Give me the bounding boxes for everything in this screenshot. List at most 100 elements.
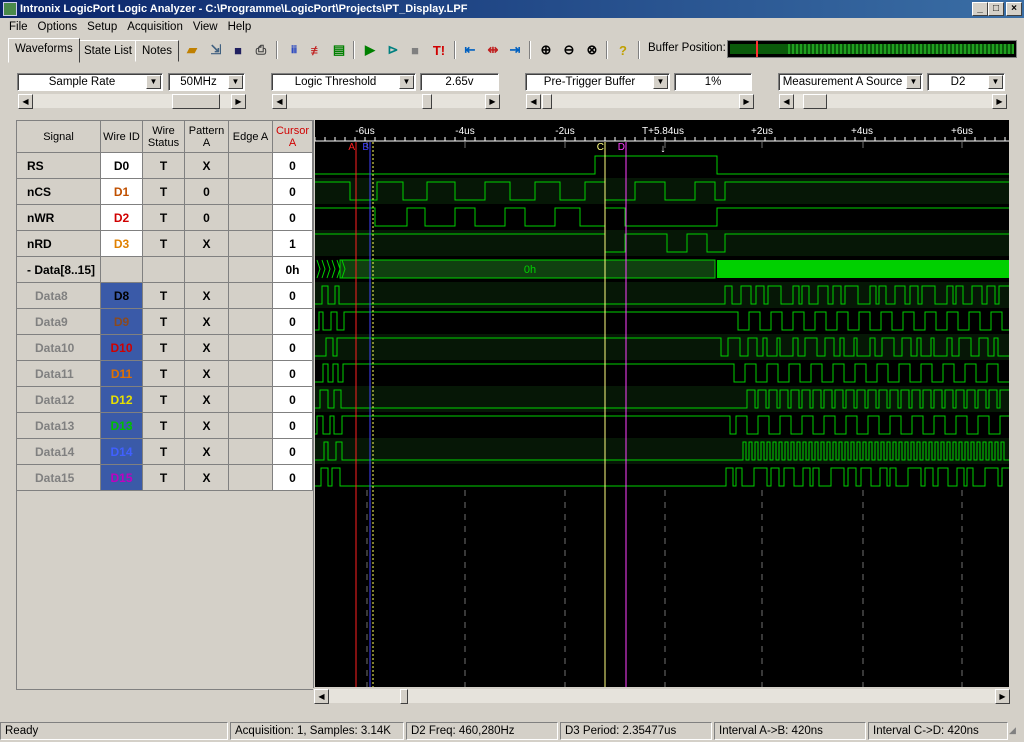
save-icon[interactable]: ■: [228, 40, 248, 60]
buffer-position-bar[interactable]: [727, 40, 1017, 58]
measurement-source-combo[interactable]: Measurement A Source ▼: [778, 73, 923, 91]
wire-id[interactable]: D13: [101, 413, 143, 438]
goto-trigger-icon[interactable]: ⇹: [483, 40, 503, 60]
pattern-value[interactable]: X: [185, 283, 229, 308]
table-row[interactable]: Data14 D14 T X 0: [17, 439, 313, 465]
header-pattern[interactable]: Pattern A: [185, 121, 229, 153]
scroll-left-icon[interactable]: ◀: [18, 94, 33, 109]
wire-id[interactable]: D14: [101, 439, 143, 464]
menu-view[interactable]: View: [188, 18, 223, 37]
logic-threshold-input[interactable]: 2.65v: [420, 73, 499, 91]
run-icon[interactable]: ▶: [360, 40, 380, 60]
menu-file[interactable]: File: [4, 18, 33, 37]
header-signal[interactable]: Signal: [17, 121, 101, 153]
slider-thumb[interactable]: [172, 94, 220, 109]
slider-thumb[interactable]: [803, 94, 827, 109]
table-row[interactable]: nCS D1 T 0 0: [17, 179, 313, 205]
table-row[interactable]: Data12 D12 T X 0: [17, 387, 313, 413]
edge-value[interactable]: [229, 283, 273, 308]
wire-id[interactable]: D12: [101, 387, 143, 412]
chevron-down-icon[interactable]: ▼: [228, 75, 243, 89]
menu-setup[interactable]: Setup: [82, 18, 122, 37]
signal-name[interactable]: RS: [17, 153, 101, 178]
edge-value[interactable]: [229, 387, 273, 412]
scroll-right-icon[interactable]: ▶: [995, 689, 1010, 704]
open-folder-icon[interactable]: ▰: [182, 40, 202, 60]
pattern-value[interactable]: X: [185, 439, 229, 464]
logic-threshold-combo[interactable]: Logic Threshold ▼: [271, 73, 416, 91]
edge-value[interactable]: [229, 205, 273, 230]
measurement-source-slider[interactable]: ◀ ▶: [778, 93, 1008, 109]
chevron-down-icon[interactable]: ▼: [399, 75, 414, 89]
table-row[interactable]: Data13 D13 T X 0: [17, 413, 313, 439]
table-row[interactable]: Data9 D9 T X 0: [17, 309, 313, 335]
table-row[interactable]: RS D0 T X 0: [17, 153, 313, 179]
pattern-value[interactable]: 0: [185, 205, 229, 230]
signal-name[interactable]: nWR: [17, 205, 101, 230]
stop-icon[interactable]: ■: [405, 40, 425, 60]
waveform-display[interactable]: -6us -4us -2us T+5.84us +2us +4us +6us ↓ 0h A B C D: [314, 120, 1016, 687]
goto-end-icon[interactable]: ⇥: [505, 40, 525, 60]
wire-id[interactable]: D10: [101, 335, 143, 360]
edge-value[interactable]: [229, 309, 273, 334]
logic-threshold-slider[interactable]: ◀ ▶: [271, 93, 501, 109]
slider-thumb[interactable]: [542, 94, 552, 109]
edge-value[interactable]: [229, 465, 273, 490]
pattern-value[interactable]: X: [185, 361, 229, 386]
zoom-fit-icon[interactable]: ⊗: [582, 40, 602, 60]
minimize-button[interactable]: _: [972, 2, 988, 16]
pattern-value[interactable]: [185, 257, 229, 282]
edge-value[interactable]: [229, 413, 273, 438]
header-cursor[interactable]: Cursor A: [273, 121, 313, 153]
signal-name[interactable]: Data13: [17, 413, 101, 438]
header-edge[interactable]: Edge A: [229, 121, 273, 153]
signal-name[interactable]: nRD: [17, 231, 101, 256]
maximize-button[interactable]: □: [988, 2, 1004, 16]
pattern-value[interactable]: X: [185, 309, 229, 334]
signal-name[interactable]: Data11: [17, 361, 101, 386]
group-signals-icon[interactable]: ▤: [329, 40, 349, 60]
scroll-left-icon[interactable]: ◀: [272, 94, 287, 109]
signal-name[interactable]: Data8: [17, 283, 101, 308]
signals-icon[interactable]: ⅲ: [284, 40, 304, 60]
edge-value[interactable]: [229, 231, 273, 256]
signal-name[interactable]: - Data[8..15]: [17, 257, 101, 282]
pattern-value[interactable]: 0: [185, 179, 229, 204]
edge-value[interactable]: [229, 335, 273, 360]
edge-value[interactable]: [229, 153, 273, 178]
wire-id[interactable]: D0: [101, 153, 143, 178]
force-trigger-icon[interactable]: T!: [429, 40, 449, 60]
pre-trigger-combo[interactable]: Pre-Trigger Buffer ▼: [525, 73, 670, 91]
menu-options[interactable]: Options: [33, 18, 83, 37]
sample-rate-slider[interactable]: ◀ ▶: [17, 93, 247, 109]
run-single-icon[interactable]: ⊳: [383, 40, 403, 60]
pattern-value[interactable]: X: [185, 231, 229, 256]
pre-trigger-input[interactable]: 1%: [674, 73, 752, 91]
chevron-down-icon[interactable]: ▼: [146, 75, 161, 89]
signal-name[interactable]: Data15: [17, 465, 101, 490]
measurement-source-value[interactable]: D2 ▼: [927, 73, 1005, 91]
table-row[interactable]: Data11 D11 T X 0: [17, 361, 313, 387]
wire-id[interactable]: D1: [101, 179, 143, 204]
header-wire-status[interactable]: Wire Status: [143, 121, 185, 153]
pattern-value[interactable]: X: [185, 465, 229, 490]
signal-name[interactable]: Data9: [17, 309, 101, 334]
table-row[interactable]: Data10 D10 T X 0: [17, 335, 313, 361]
edge-value[interactable]: [229, 361, 273, 386]
slider-thumb[interactable]: [422, 94, 432, 109]
delete-signal-icon[interactable]: ≢: [307, 40, 327, 60]
pattern-value[interactable]: X: [185, 413, 229, 438]
edge-value[interactable]: [229, 257, 273, 282]
pattern-value[interactable]: X: [185, 335, 229, 360]
scroll-right-icon[interactable]: ▶: [485, 94, 500, 109]
pattern-value[interactable]: X: [185, 387, 229, 412]
table-row[interactable]: nRD D3 T X 1: [17, 231, 313, 257]
waveform-canvas[interactable]: -6us -4us -2us T+5.84us +2us +4us +6us↓0hA B C D: [314, 120, 1016, 687]
tab-notes[interactable]: Notes: [135, 40, 180, 62]
chevron-down-icon[interactable]: ▼: [906, 75, 921, 89]
chevron-down-icon[interactable]: ▼: [988, 75, 1003, 89]
signal-name[interactable]: nCS: [17, 179, 101, 204]
close-button[interactable]: ×: [1006, 2, 1022, 16]
table-row[interactable]: - Data[8..15] 0h: [17, 257, 313, 283]
pre-trigger-slider[interactable]: ◀ ▶: [525, 93, 755, 109]
